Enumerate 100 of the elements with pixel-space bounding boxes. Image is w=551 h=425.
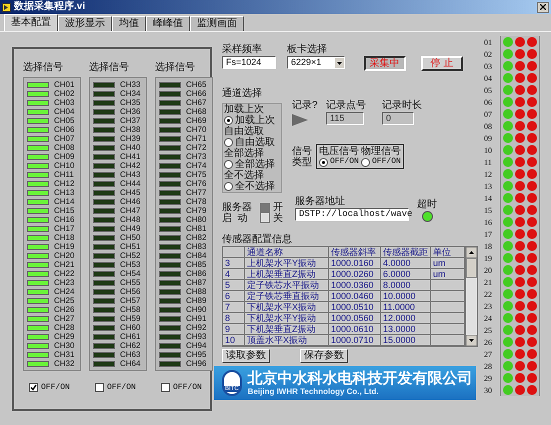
channel-led[interactable] xyxy=(159,342,181,348)
channel-led[interactable] xyxy=(27,360,49,366)
table-button[interactable]: 读取参数 xyxy=(222,349,270,363)
channel-led[interactable] xyxy=(159,198,181,204)
record-points-field[interactable]: 115 xyxy=(326,112,364,125)
channel-led[interactable] xyxy=(159,288,181,294)
channel-led[interactable] xyxy=(159,154,181,160)
channel-led[interactable] xyxy=(159,208,181,214)
channel-led[interactable] xyxy=(93,136,115,142)
radio-button[interactable] xyxy=(361,158,370,166)
radio-button[interactable] xyxy=(319,158,328,166)
close-button[interactable] xyxy=(537,2,549,12)
channel-led[interactable] xyxy=(93,198,115,204)
channel-led[interactable] xyxy=(93,324,115,330)
radio-button[interactable] xyxy=(224,182,233,191)
table-button[interactable]: 保存参数 xyxy=(300,349,348,363)
channel-led[interactable] xyxy=(159,280,181,286)
scrollbar[interactable] xyxy=(465,247,477,346)
channel-led[interactable] xyxy=(159,172,181,178)
channel-led[interactable] xyxy=(159,234,181,240)
channel-led[interactable] xyxy=(93,100,115,106)
channel-led[interactable] xyxy=(159,270,181,276)
record-duration-field[interactable]: 0 xyxy=(382,112,414,125)
channel-led[interactable] xyxy=(159,82,181,88)
channel-led[interactable] xyxy=(93,244,115,250)
channel-led[interactable] xyxy=(159,360,181,366)
channel-led[interactable] xyxy=(93,262,115,268)
channel-led[interactable] xyxy=(27,334,49,340)
tab[interactable]: 峰峰值 xyxy=(146,16,190,31)
channel-led[interactable] xyxy=(159,226,181,232)
channel-led[interactable] xyxy=(93,298,115,304)
channel-led[interactable] xyxy=(93,252,115,258)
radio-button[interactable] xyxy=(224,138,233,147)
channel-led[interactable] xyxy=(159,262,181,268)
scroll-thumb[interactable] xyxy=(466,258,477,278)
channel-led[interactable] xyxy=(159,118,181,124)
channel-led[interactable] xyxy=(159,144,181,150)
channel-led[interactable] xyxy=(93,306,115,312)
channel-led[interactable] xyxy=(27,234,49,240)
channel-led[interactable] xyxy=(93,108,115,114)
channel-led[interactable] xyxy=(27,90,49,96)
channel-led[interactable] xyxy=(93,334,115,340)
channel-led[interactable] xyxy=(159,334,181,340)
channel-led[interactable] xyxy=(159,298,181,304)
server-switch[interactable] xyxy=(260,203,270,223)
radio-button[interactable] xyxy=(224,116,233,125)
checkbox[interactable] xyxy=(29,383,38,392)
channel-led[interactable] xyxy=(93,270,115,276)
channel-led[interactable] xyxy=(93,208,115,214)
channel-led[interactable] xyxy=(159,316,181,322)
channel-led[interactable] xyxy=(27,162,49,168)
channel-led[interactable] xyxy=(27,108,49,114)
channel-led[interactable] xyxy=(93,180,115,186)
channel-led[interactable] xyxy=(159,306,181,312)
channel-led[interactable] xyxy=(93,90,115,96)
board-dropdown[interactable]: 6229×1 xyxy=(287,56,346,69)
channel-led[interactable] xyxy=(159,324,181,330)
channel-led[interactable] xyxy=(93,154,115,160)
channel-led[interactable] xyxy=(27,316,49,322)
channel-led[interactable] xyxy=(27,154,49,160)
channel-led[interactable] xyxy=(93,360,115,366)
channel-led[interactable] xyxy=(159,216,181,222)
tab[interactable]: 基本配置 xyxy=(4,14,58,31)
channel-led[interactable] xyxy=(27,100,49,106)
channel-led[interactable] xyxy=(93,82,115,88)
tab[interactable]: 均值 xyxy=(112,16,146,31)
channel-led[interactable] xyxy=(27,298,49,304)
channel-led[interactable] xyxy=(27,208,49,214)
channel-led[interactable] xyxy=(93,118,115,124)
channel-led[interactable] xyxy=(27,226,49,232)
checkbox[interactable] xyxy=(161,383,170,392)
channel-led[interactable] xyxy=(93,288,115,294)
channel-led[interactable] xyxy=(159,100,181,106)
channel-led[interactable] xyxy=(159,126,181,132)
channel-led[interactable] xyxy=(27,244,49,250)
channel-led[interactable] xyxy=(27,270,49,276)
channel-led[interactable] xyxy=(27,118,49,124)
channel-led[interactable] xyxy=(27,252,49,258)
sample-rate-field[interactable]: Fs=1024 xyxy=(222,56,276,69)
channel-led[interactable] xyxy=(27,172,49,178)
channel-led[interactable] xyxy=(27,288,49,294)
channel-led[interactable] xyxy=(93,352,115,358)
channel-led[interactable] xyxy=(159,180,181,186)
channel-led[interactable] xyxy=(93,190,115,196)
channel-led[interactable] xyxy=(159,244,181,250)
scroll-up-icon[interactable] xyxy=(466,247,477,258)
channel-led[interactable] xyxy=(159,352,181,358)
checkbox[interactable] xyxy=(95,383,104,392)
channel-led[interactable] xyxy=(93,162,115,168)
channel-led[interactable] xyxy=(93,234,115,240)
channel-led[interactable] xyxy=(27,82,49,88)
channel-led[interactable] xyxy=(93,226,115,232)
channel-led[interactable] xyxy=(27,126,49,132)
channel-led[interactable] xyxy=(93,316,115,322)
channel-led[interactable] xyxy=(27,342,49,348)
channel-led[interactable] xyxy=(27,280,49,286)
channel-led[interactable] xyxy=(159,252,181,258)
channel-led[interactable] xyxy=(27,216,49,222)
channel-led[interactable] xyxy=(159,190,181,196)
channel-led[interactable] xyxy=(27,262,49,268)
